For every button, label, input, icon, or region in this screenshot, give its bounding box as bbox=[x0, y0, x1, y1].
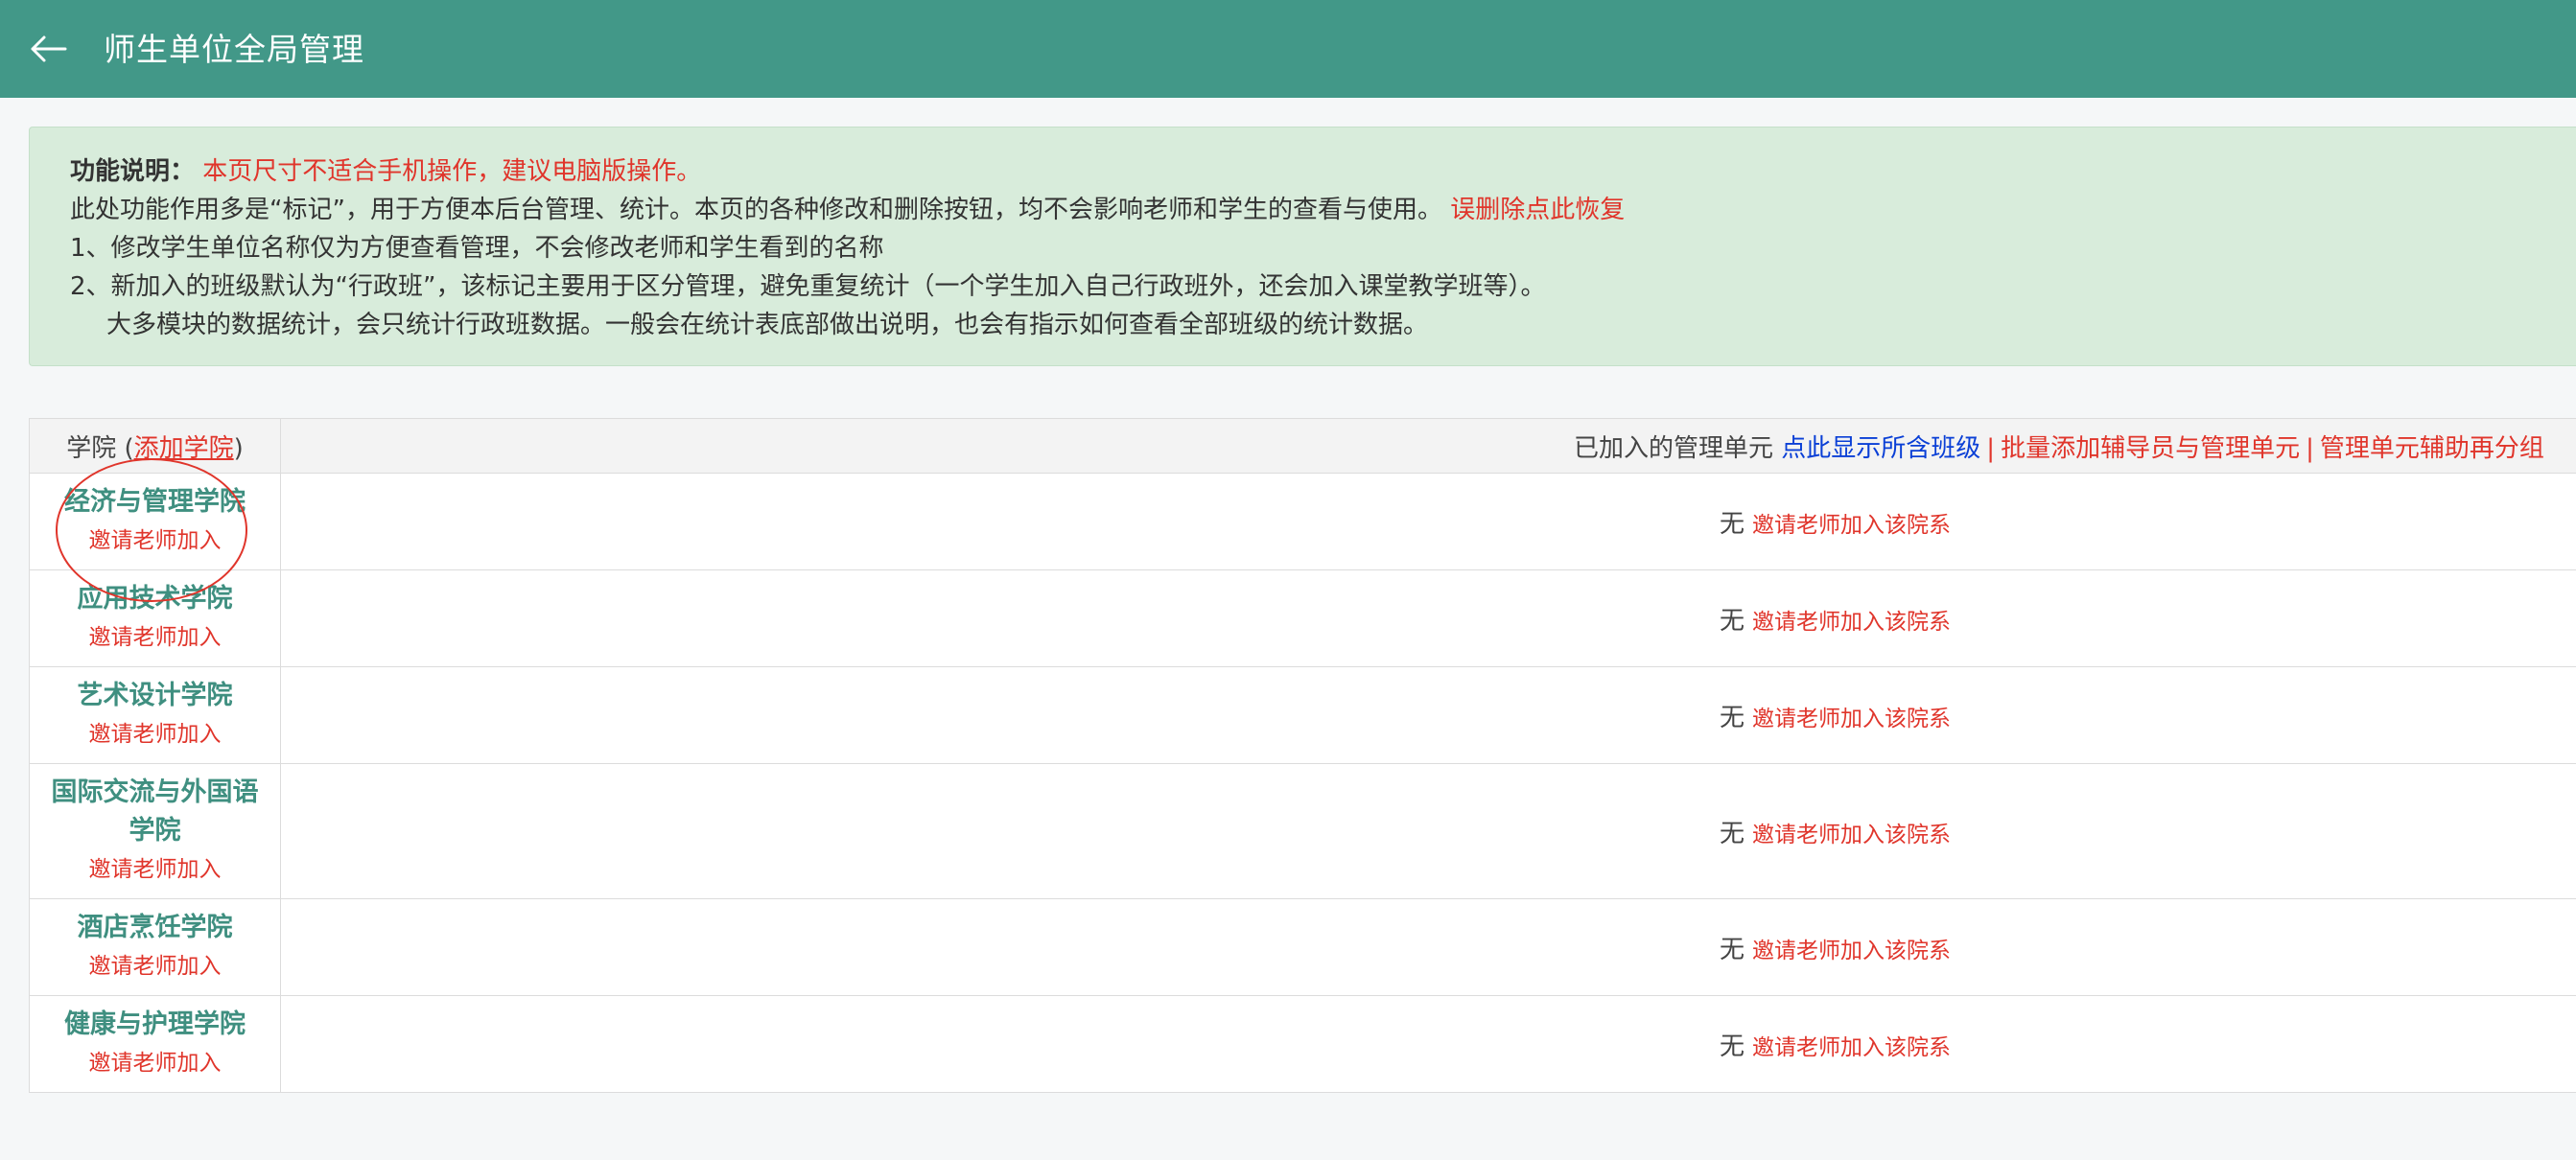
units-cell: 无邀请老师加入该院系 bbox=[280, 473, 2576, 570]
units-value: 无 bbox=[1720, 819, 1745, 848]
add-college-link[interactable]: 添加学院 bbox=[134, 434, 234, 463]
page-title: 师生单位全局管理 bbox=[104, 31, 364, 68]
notice-label: 功能说明： bbox=[70, 157, 196, 186]
units-value: 无 bbox=[1720, 935, 1745, 964]
units-cell: 无邀请老师加入该院系 bbox=[280, 898, 2576, 996]
units-column-header: 已加入的管理单元 点此显示所含班级 | 批量添加辅导员与管理单元 | 管理单元辅助再分组 bbox=[280, 418, 2576, 474]
notice-text-2: 此处功能作用多是“标记”，用于方便本后台管理、统计。本页的各种修改和删除按钮，均… bbox=[70, 196, 1442, 224]
notice-line-5: 大多模块的数据统计，会只统计行政班数据。一般会在统计表底部做出说明，也会有指示如… bbox=[106, 311, 1429, 339]
units-cell: 无邀请老师加入该院系 bbox=[280, 995, 2576, 1093]
arrow-left-icon bbox=[31, 35, 67, 62]
col1-suffix: ) bbox=[233, 433, 244, 463]
college-table: 学院 (添加学院) 已加入的管理单元 点此显示所含班级 | 批量添加辅导员与管理单元… bbox=[29, 418, 2576, 1093]
college-name-link[interactable]: 酒店烹饪学院 bbox=[34, 909, 276, 947]
units-value: 无 bbox=[1720, 606, 1745, 636]
invite-teacher-link[interactable]: 邀请老师加入 bbox=[34, 522, 276, 560]
units-column-label: 已加入的管理单元 bbox=[1574, 433, 1774, 463]
separator: | bbox=[2306, 433, 2314, 463]
units-cell: 无邀请老师加入该院系 bbox=[280, 666, 2576, 764]
table-row: 国际交流与外国语学院 邀请老师加入 无邀请老师加入该院系 bbox=[29, 763, 2576, 899]
notice-line-2: 此处功能作用多是“标记”，用于方便本后台管理、统计。本页的各种修改和删除按钮，均… bbox=[70, 191, 2576, 229]
units-cell: 无邀请老师加入该院系 bbox=[280, 569, 2576, 667]
show-classes-link[interactable]: 点此显示所含班级 bbox=[1781, 434, 1980, 463]
college-cell: 酒店烹饪学院 邀请老师加入 bbox=[29, 898, 281, 996]
units-cell: 无邀请老师加入该院系 bbox=[280, 763, 2576, 899]
batch-add-counselor-link[interactable]: 批量添加辅导员与管理单元 bbox=[2001, 434, 2300, 463]
college-cell: 应用技术学院 邀请老师加入 bbox=[29, 569, 281, 667]
units-value: 无 bbox=[1720, 1032, 1745, 1061]
invite-dept-link[interactable]: 邀请老师加入该院系 bbox=[1752, 823, 1951, 847]
table-header-row: 学院 (添加学院) 已加入的管理单元 点此显示所含班级 | 批量添加辅导员与管理单元… bbox=[29, 418, 2576, 474]
college-name-link[interactable]: 国际交流与外国语学院 bbox=[34, 774, 276, 850]
invite-dept-link[interactable]: 邀请老师加入该院系 bbox=[1752, 707, 1951, 731]
restore-link[interactable]: 误删除点此恢复 bbox=[1450, 196, 1625, 224]
table-row: 经济与管理学院 邀请老师加入 无邀请老师加入该院系 bbox=[29, 473, 2576, 570]
units-value: 无 bbox=[1720, 509, 1745, 539]
unit-regroup-link[interactable]: 管理单元辅助再分组 bbox=[2320, 434, 2544, 463]
notice-panel: 功能说明： 本页尺寸不适合手机操作，建议电脑版操作。 此处功能作用多是“标记”，… bbox=[29, 127, 2576, 366]
table-row: 应用技术学院 邀请老师加入 无邀请老师加入该院系 bbox=[29, 569, 2576, 667]
college-name-link[interactable]: 经济与管理学院 bbox=[34, 483, 276, 522]
col1-prefix: 学院 ( bbox=[66, 433, 134, 463]
notice-warning: 本页尺寸不适合手机操作，建议电脑版操作。 bbox=[202, 157, 702, 186]
college-column-header: 学院 (添加学院) bbox=[29, 418, 281, 474]
invite-dept-link[interactable]: 邀请老师加入该院系 bbox=[1752, 939, 1951, 963]
invite-dept-link[interactable]: 邀请老师加入该院系 bbox=[1752, 610, 1951, 635]
invite-teacher-link[interactable]: 邀请老师加入 bbox=[34, 1044, 276, 1082]
college-cell: 经济与管理学院 邀请老师加入 bbox=[29, 473, 281, 570]
notice-line-1: 功能说明： 本页尺寸不适合手机操作，建议电脑版操作。 bbox=[70, 152, 2576, 191]
invite-teacher-link[interactable]: 邀请老师加入 bbox=[34, 618, 276, 657]
invite-teacher-link[interactable]: 邀请老师加入 bbox=[34, 715, 276, 754]
college-name-link[interactable]: 应用技术学院 bbox=[34, 580, 276, 618]
table-row: 艺术设计学院 邀请老师加入 无邀请老师加入该院系 bbox=[29, 666, 2576, 764]
invite-dept-link[interactable]: 邀请老师加入该院系 bbox=[1752, 1035, 1951, 1060]
units-value: 无 bbox=[1720, 703, 1745, 732]
top-bar: 师生单位全局管理 bbox=[0, 0, 2576, 98]
back-button[interactable] bbox=[21, 25, 75, 73]
invite-teacher-link[interactable]: 邀请老师加入 bbox=[34, 947, 276, 986]
table-row: 酒店烹饪学院 邀请老师加入 无邀请老师加入该院系 bbox=[29, 898, 2576, 996]
college-name-link[interactable]: 健康与护理学院 bbox=[34, 1006, 276, 1044]
notice-line-4: 2、新加入的班级默认为“行政班”，该标记主要用于区分管理，避免重复统计（一个学生… bbox=[70, 272, 1546, 301]
college-name-link[interactable]: 艺术设计学院 bbox=[34, 677, 276, 715]
college-cell: 国际交流与外国语学院 邀请老师加入 bbox=[29, 763, 281, 899]
invite-dept-link[interactable]: 邀请老师加入该院系 bbox=[1752, 513, 1951, 538]
table-row: 健康与护理学院 邀请老师加入 无邀请老师加入该院系 bbox=[29, 995, 2576, 1093]
invite-teacher-link[interactable]: 邀请老师加入 bbox=[34, 850, 276, 889]
college-cell: 艺术设计学院 邀请老师加入 bbox=[29, 666, 281, 764]
college-cell: 健康与护理学院 邀请老师加入 bbox=[29, 995, 281, 1093]
notice-line-3: 1、修改学生单位名称仅为方便查看管理，不会修改老师和学生看到的名称 bbox=[70, 234, 884, 263]
separator: | bbox=[1986, 433, 1996, 463]
